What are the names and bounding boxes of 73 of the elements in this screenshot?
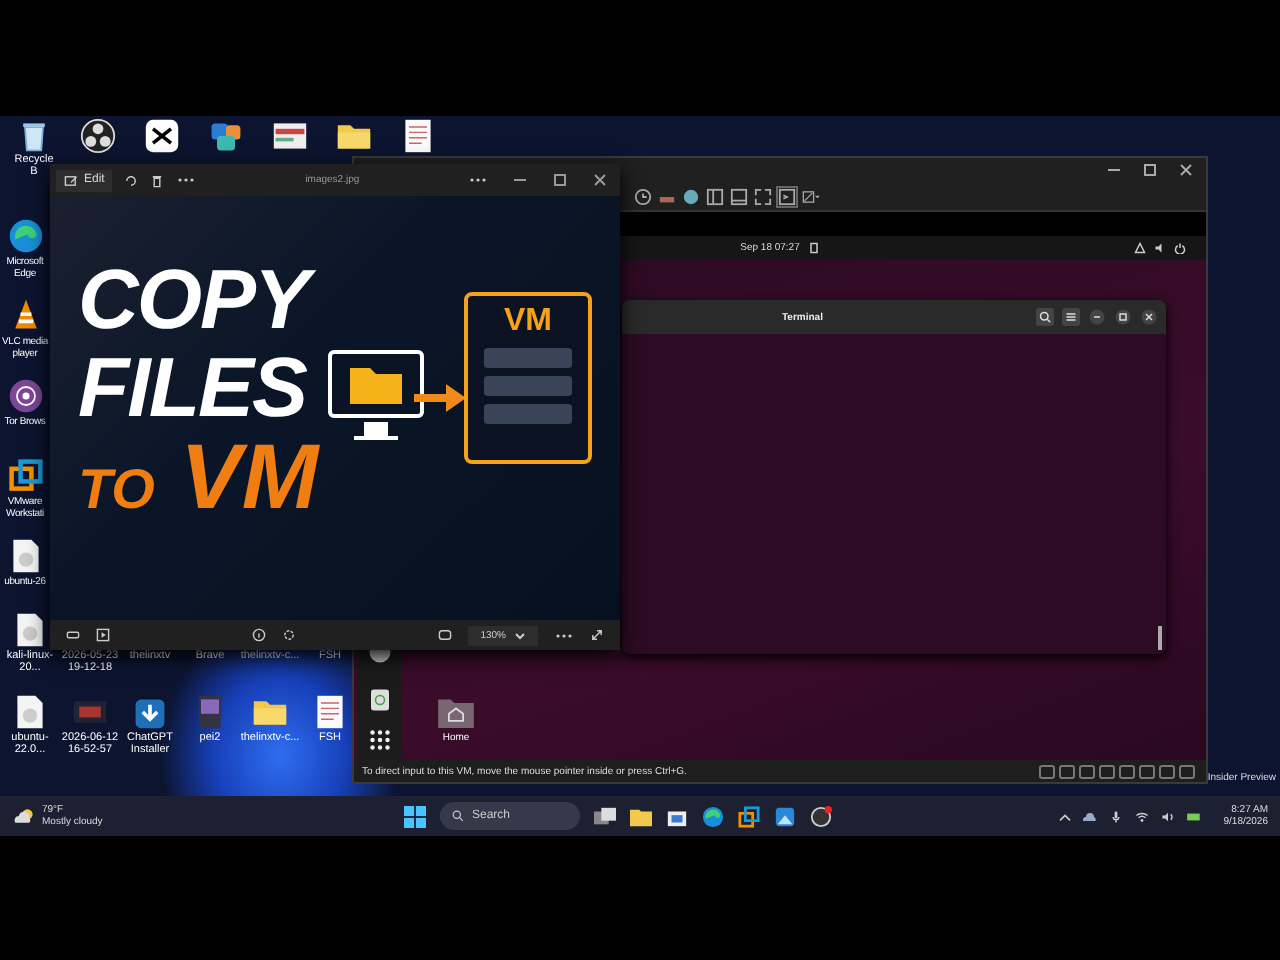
search-icon: [452, 810, 464, 822]
cloud-icon[interactable]: [12, 806, 36, 826]
close-icon[interactable]: [1178, 162, 1194, 178]
clipboard-icon: [807, 242, 820, 254]
fit-view-icon[interactable]: [438, 628, 453, 642]
edit-icon: [64, 173, 78, 187]
wifi-icon[interactable]: [1133, 809, 1150, 823]
power-icon[interactable]: [1174, 242, 1186, 254]
folder-icon[interactable]: [630, 805, 652, 827]
info-icon[interactable]: [252, 628, 267, 642]
home-folder-icon[interactable]: [438, 696, 474, 728]
search-icon[interactable]: [1036, 308, 1054, 326]
task-view-icon[interactable]: [594, 805, 616, 827]
rotate-icon[interactable]: [124, 173, 139, 187]
scrollbar-thumb[interactable]: [1158, 626, 1162, 650]
onion-icon: [7, 378, 43, 414]
screenshot-icon: [272, 118, 308, 154]
delete-icon[interactable]: [150, 173, 165, 187]
overlapping-squares-icon[interactable]: [738, 805, 760, 827]
browser-icon[interactable]: [702, 805, 724, 827]
menu-icon[interactable]: [1062, 308, 1080, 326]
clock-icon[interactable]: [634, 187, 652, 205]
more-icon[interactable]: [468, 176, 488, 184]
fullscreen-icon[interactable]: [754, 187, 772, 205]
chevron-up-icon[interactable]: [1057, 811, 1072, 821]
console-view-icon[interactable]: [778, 187, 796, 205]
headline-text: FILES: [78, 344, 309, 432]
cloud-icon[interactable]: [1081, 809, 1098, 823]
close-icon[interactable]: [1140, 308, 1158, 326]
headline-text: COPY: [78, 256, 319, 344]
drive-bay: [484, 376, 572, 396]
start-icon[interactable]: [404, 805, 426, 827]
slideshow-icon[interactable]: [96, 628, 110, 642]
close-icon[interactable]: [592, 172, 608, 188]
monitor-with-folder-icon: [326, 344, 426, 444]
chevron-down-icon: [514, 631, 527, 639]
expand-icon[interactable]: [590, 628, 605, 642]
drive-bay: [484, 348, 572, 368]
circle-logo-icon: [80, 118, 116, 154]
maximize-icon[interactable]: [552, 172, 568, 188]
trash-icon[interactable]: [368, 687, 392, 711]
headline-text: TO VM: [78, 432, 319, 532]
photos-icon[interactable]: [774, 805, 796, 827]
app-logo-icon: [144, 118, 180, 154]
minimize-icon[interactable]: [1088, 308, 1106, 326]
drive-bay: [484, 404, 572, 424]
app-logo-icon: [208, 118, 244, 154]
maximize-icon[interactable]: [1142, 162, 1158, 178]
disc-file-icon: [12, 694, 48, 730]
maximize-icon[interactable]: [1114, 308, 1132, 326]
network-icon[interactable]: [1134, 242, 1146, 254]
download-icon: [132, 694, 168, 730]
battery-icon[interactable]: [1185, 809, 1202, 823]
document-icon: [312, 694, 348, 730]
sidebar-icon[interactable]: [706, 187, 724, 205]
stretch-view-icon[interactable]: [802, 187, 820, 205]
more-icon[interactable]: [554, 631, 575, 639]
device-status-icons[interactable]: [1038, 763, 1198, 779]
disc-file-icon: [7, 538, 43, 574]
filmstrip-icon[interactable]: [66, 628, 80, 642]
overlapping-squares-icon: [7, 458, 43, 494]
arrow-icon: [414, 384, 466, 412]
app-grid-icon[interactable]: [368, 728, 392, 752]
thumbnail-bar-icon[interactable]: [730, 187, 748, 205]
speaker-icon[interactable]: [1154, 242, 1166, 254]
speaker-icon[interactable]: [1159, 809, 1176, 823]
circle-logo-icon[interactable]: [810, 805, 832, 827]
disc-file-icon: [12, 612, 48, 648]
microphone-icon[interactable]: [1107, 809, 1124, 823]
server-label: VM: [504, 304, 552, 340]
more-icon[interactable]: [176, 176, 197, 184]
browser-icon: [7, 218, 43, 254]
document-icon: [400, 118, 436, 154]
